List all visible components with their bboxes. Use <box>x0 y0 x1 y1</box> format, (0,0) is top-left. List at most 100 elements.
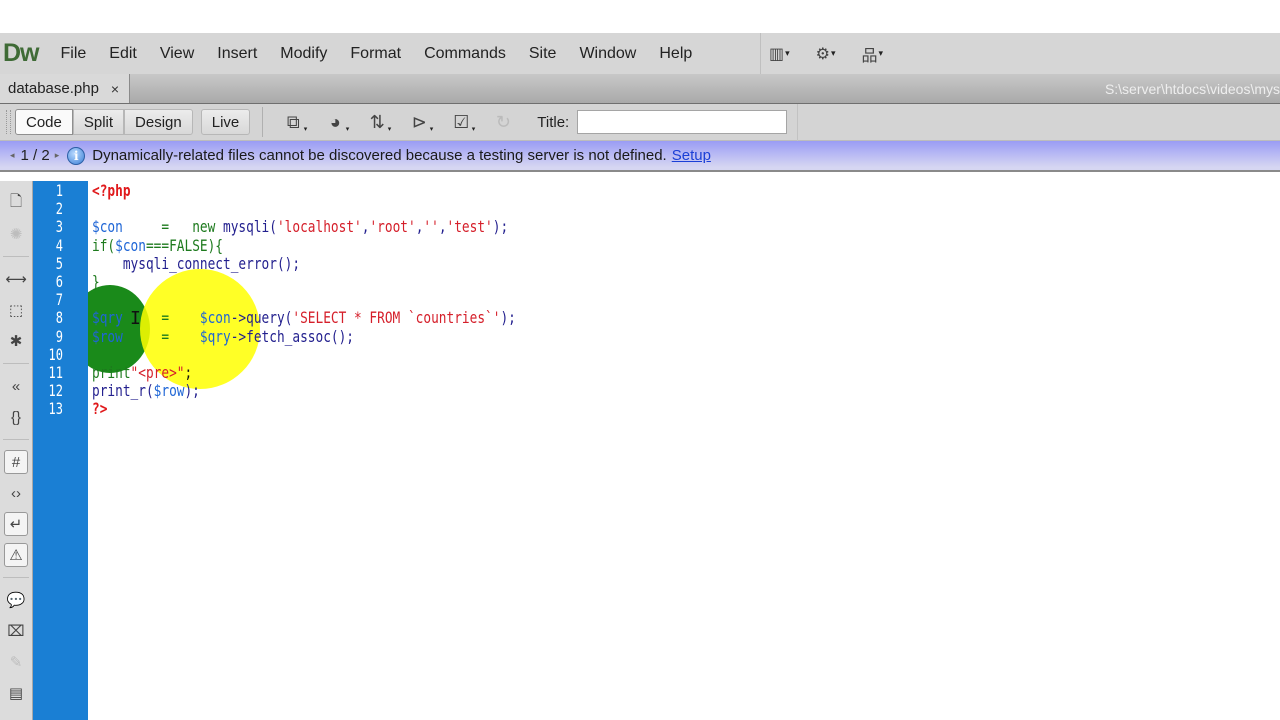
line-number: 3 <box>55 217 63 237</box>
code-editor[interactable]: <?php $con = new mysqli('localhost','roo… <box>88 181 1280 720</box>
setup-link[interactable]: Setup <box>672 147 711 164</box>
line-number: 2 <box>55 199 63 219</box>
chevron-down-icon: ▾ <box>878 48 884 58</box>
menu-view[interactable]: View <box>160 45 194 63</box>
wrap-tag-icon[interactable]: ✎ <box>4 650 28 674</box>
document-path: S:\server\htdocs\videos\mys <box>1104 81 1280 97</box>
dreamweaver-logo: Dw <box>3 39 39 67</box>
chevron-down-icon: ▾ <box>345 126 350 133</box>
menu-commands[interactable]: Commands <box>424 45 506 63</box>
code-token: = <box>122 326 200 346</box>
text-cursor-icon: I <box>130 308 141 329</box>
code-token: , <box>438 217 447 237</box>
close-icon[interactable]: × <box>111 81 119 97</box>
refresh-icon: ↻ <box>495 111 511 132</box>
site-map-button[interactable]: 品 ▾ <box>862 42 884 66</box>
editor-workspace: 🗋 ✺ ⟷ ⬚ ✱ «{} # ‹› ↵ ⚠ 💬 ⌧ ✎ ▤ 1 2 3 4 5 6 7 8 9 10 11 12 13 <?ph… <box>0 181 1280 720</box>
code-token: ->query( <box>230 308 293 328</box>
code-line: $row = $qry->fetch_assoc(); <box>92 326 1042 346</box>
chevron-down-icon: ▾ <box>303 126 308 133</box>
menu-modify[interactable]: Modify <box>280 45 327 63</box>
message-pager: 1 / 2 <box>20 147 50 164</box>
menu-insert[interactable]: Insert <box>217 45 257 63</box>
title-input[interactable] <box>577 110 788 134</box>
inspect-button[interactable]: ⊳ ▾ <box>401 109 437 135</box>
line-number: 4 <box>55 235 63 255</box>
code-token: $qry <box>199 326 231 346</box>
code-line: print"<pre>"; <box>92 362 1042 382</box>
preview-browser-icon: ◕ <box>329 111 341 132</box>
split-view-button[interactable]: Split <box>72 109 125 135</box>
recent-snippets-icon[interactable]: ▤ <box>4 681 28 705</box>
line-number: 10 <box>48 344 63 364</box>
code-token: 'test' <box>446 217 493 237</box>
code-view-button[interactable]: Code <box>15 109 73 135</box>
file-management-button[interactable]: ⇅ ▾ <box>359 109 395 135</box>
word-wrap-icon[interactable]: ↵ <box>4 512 28 536</box>
line-number: 5 <box>55 253 63 273</box>
validate-button[interactable]: ☑ ▾ <box>443 109 479 135</box>
code-token: ->fetch_assoc(); <box>230 326 355 346</box>
code-token: '' <box>423 217 439 237</box>
apply-comment-icon[interactable]: 💬 <box>4 588 28 612</box>
code-token: $con <box>92 217 123 237</box>
document-tab[interactable]: database.php × <box>0 74 131 103</box>
code-token: = <box>122 217 193 237</box>
toolbar-grip[interactable] <box>6 110 11 134</box>
highlight-invalid-code-icon[interactable]: ‹› <box>4 481 28 505</box>
refresh-button[interactable]: ↻ <box>485 109 521 135</box>
code-line: <?php <box>92 181 1042 200</box>
open-documents-icon[interactable]: 🗋 <box>4 191 28 215</box>
code-line: $con = new mysqli('localhost','root','',… <box>92 218 1042 236</box>
code-line: } <box>92 272 1042 291</box>
collapse-full-tag-icon[interactable]: ⟷ <box>4 267 28 291</box>
menu-edit[interactable]: Edit <box>109 45 137 63</box>
menu-format[interactable]: Format <box>350 45 401 63</box>
previous-message-icon[interactable]: ◂ <box>10 150 15 161</box>
line-number: 6 <box>55 271 63 291</box>
menu-site[interactable]: Site <box>529 45 557 63</box>
toolbar-divider <box>3 439 29 440</box>
gear-button[interactable]: ⚙ ▾ <box>816 44 836 64</box>
screen-top-area <box>0 0 1280 33</box>
preview-browser-button[interactable]: ◕ ▾ <box>317 109 353 135</box>
syntax-error-alerts-icon[interactable]: ⚠ <box>4 543 28 567</box>
line-number: 7 <box>55 290 63 310</box>
code-token: , <box>361 217 370 237</box>
remove-comment-icon[interactable]: ⌧ <box>4 619 28 643</box>
line-numbers-icon[interactable]: # <box>4 450 28 474</box>
line-number: 1 <box>55 181 63 200</box>
code-token: <?php <box>92 181 131 200</box>
code-line: print_r($row); <box>92 381 1042 401</box>
balance-braces-icon[interactable]: {} <box>4 405 28 429</box>
code-token: ; <box>184 362 193 382</box>
next-message-icon[interactable]: ▸ <box>55 150 60 161</box>
toolbar-divider <box>3 363 29 364</box>
expand-all-icon[interactable]: ✱ <box>4 329 28 353</box>
show-code-navigator-icon[interactable]: ✺ <box>4 222 28 246</box>
code-token: ); <box>184 381 200 401</box>
menu-window[interactable]: Window <box>579 45 636 63</box>
menu-bar: Dw File Edit View Insert Modify Format Command… <box>0 33 1280 74</box>
chevron-down-icon: ▾ <box>471 126 476 133</box>
document-tab-bar: database.php × S:\server\htdocs\videos\m… <box>0 74 1280 104</box>
chevron-down-icon: ▾ <box>785 48 790 58</box>
code-token: $row <box>153 381 185 401</box>
menu-help[interactable]: Help <box>659 45 692 63</box>
code-token: $con <box>115 235 146 255</box>
multiscreen-button[interactable]: ⧉ ▾ <box>275 109 311 135</box>
code-token: new <box>192 217 216 237</box>
live-view-button[interactable]: Live <box>200 109 251 135</box>
layout-button[interactable]: ▥ ▾ <box>769 44 790 64</box>
code-line: if($con===FALSE){ <box>92 235 1042 255</box>
code-token: print_r( <box>92 381 154 401</box>
code-token: $con <box>199 308 231 328</box>
gear-icon: ⚙ <box>815 45 830 63</box>
collapse-selection-icon[interactable]: ⬚ <box>4 298 28 322</box>
code-token: ?> <box>92 399 108 419</box>
design-view-button[interactable]: Design <box>124 109 193 135</box>
code-token: print <box>92 362 131 382</box>
line-number-gutter: 1 2 3 4 5 6 7 8 9 10 11 12 13 <box>33 181 88 720</box>
menu-file[interactable]: File <box>61 45 87 63</box>
select-parent-tag-icon[interactable]: « <box>4 374 28 398</box>
